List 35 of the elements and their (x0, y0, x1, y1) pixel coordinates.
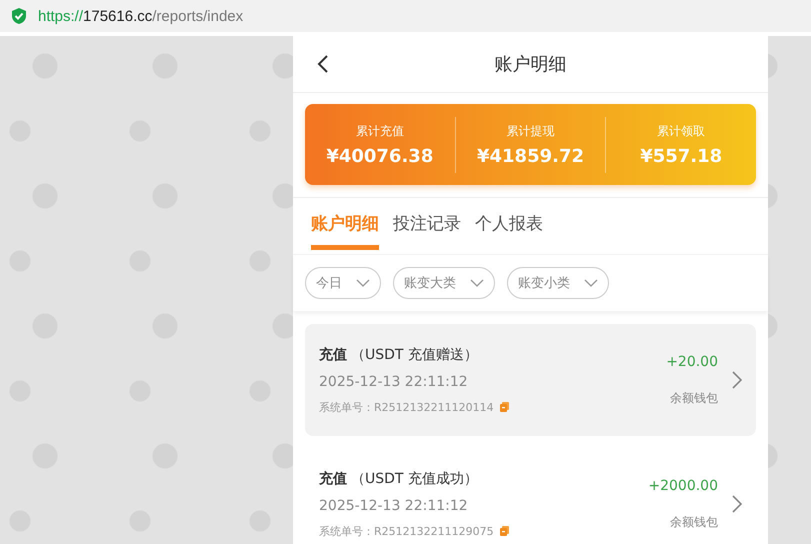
page-title: 账户明细 (494, 53, 566, 76)
chevron-down-icon (356, 279, 370, 287)
filter-dropdown[interactable]: 账变小类 (507, 267, 609, 299)
record-title: 充值 （USDT 充值成功） (319, 470, 479, 488)
record-row[interactable]: 充值 （USDT 充值赠送） 2025-12-13 22:11:12 系统单号：R2512132211120114 +20.00 余额钱包 (305, 324, 756, 436)
url-text: https://175616.cc/reports/index (38, 8, 244, 24)
record-title: 充值 （USDT 充值赠送） (319, 346, 479, 364)
chevron-right-icon (732, 371, 742, 389)
wallet-label: 余额钱包 (670, 514, 718, 530)
filter-dropdown[interactable]: 账变大类 (393, 267, 495, 299)
shield-check-icon (12, 8, 26, 24)
stat-value: ¥40076.38 (326, 146, 434, 166)
tab[interactable]: 投注记录 (393, 198, 461, 250)
record-time: 2025-12-13 22:11:12 (319, 498, 469, 514)
wallet-label: 余额钱包 (670, 390, 718, 406)
copy-icon[interactable] (500, 526, 509, 536)
order-number: 系统单号：R2512132211129075 (319, 524, 494, 538)
chevron-down-icon (584, 279, 598, 287)
record-amount: +2000.00 (648, 478, 718, 494)
record-row[interactable]: 充值 （USDT 充值成功） 2025-12-13 22:11:12 系统单号：R2512132211129075 +2000.00 余额钱包 (305, 448, 756, 544)
record-amount: +20.00 (666, 354, 718, 370)
stat-label: 累计领取 (657, 122, 706, 140)
chevron-down-icon (470, 279, 484, 287)
order-number: 系统单号：R2512132211120114 (319, 400, 494, 414)
back-icon[interactable] (317, 54, 329, 74)
copy-icon[interactable] (500, 402, 509, 412)
record-time: 2025-12-13 22:11:12 (319, 374, 469, 390)
stat-label: 累计充值 (356, 122, 404, 140)
stat-value: ¥557.18 (640, 146, 722, 166)
tab[interactable]: 个人报表 (475, 198, 543, 250)
stat-label: 累计提现 (506, 122, 554, 140)
address-bar[interactable]: https://175616.cc/reports/index (0, 0, 811, 32)
filter-dropdown[interactable]: 今日 (305, 267, 381, 299)
stat-value: ¥41859.72 (476, 146, 584, 166)
chevron-right-icon (732, 495, 742, 513)
